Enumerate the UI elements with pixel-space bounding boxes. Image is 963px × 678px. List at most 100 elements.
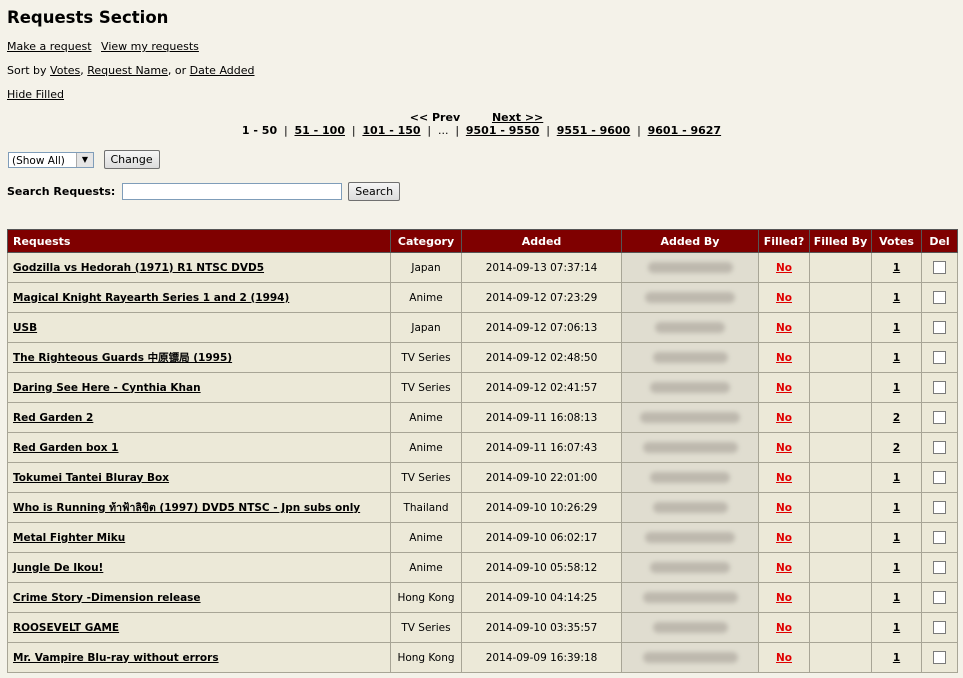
request-link[interactable]: The Righteous Guards 中原镖局 (1995) xyxy=(13,352,232,364)
delete-checkbox[interactable] xyxy=(933,321,946,334)
request-link[interactable]: Red Garden 2 xyxy=(13,412,93,424)
votes-link[interactable]: 1 xyxy=(893,322,900,334)
votes-link[interactable]: 1 xyxy=(893,382,900,394)
delete-checkbox[interactable] xyxy=(933,651,946,664)
delete-checkbox[interactable] xyxy=(933,411,946,424)
filled-status-link[interactable]: No xyxy=(776,382,792,394)
request-link[interactable]: Godzilla vs Hedorah (1971) R1 NTSC DVD5 xyxy=(13,262,264,274)
votes-link[interactable]: 1 xyxy=(893,352,900,364)
page-link[interactable]: 9601 - 9627 xyxy=(648,124,721,137)
filled-status-link[interactable]: No xyxy=(776,472,792,484)
page-link[interactable]: 101 - 150 xyxy=(362,124,420,137)
col-header-filled-by[interactable]: Filled By xyxy=(809,229,872,253)
search-input[interactable] xyxy=(121,183,342,200)
delete-checkbox[interactable] xyxy=(933,561,946,574)
filled-status-link[interactable]: No xyxy=(776,412,792,424)
category-cell: Hong Kong xyxy=(390,642,462,673)
delete-checkbox[interactable] xyxy=(933,441,946,454)
filled-cell: No xyxy=(758,582,810,613)
request-link[interactable]: Red Garden box 1 xyxy=(13,442,119,454)
delete-checkbox[interactable] xyxy=(933,471,946,484)
request-link[interactable]: ROOSEVELT GAME xyxy=(13,622,119,634)
votes-cell: 1 xyxy=(871,312,922,343)
filled-status-link[interactable]: No xyxy=(776,322,792,334)
table-row: Godzilla vs Hedorah (1971) R1 NTSC DVD5 J… xyxy=(7,252,958,283)
delete-checkbox[interactable] xyxy=(933,621,946,634)
votes-link[interactable]: 1 xyxy=(893,532,900,544)
sort-request-name-link[interactable]: Request Name xyxy=(87,64,168,77)
page-link[interactable]: 9551 - 9600 xyxy=(557,124,630,137)
filled-status-link[interactable]: No xyxy=(776,532,792,544)
category-cell: TV Series xyxy=(390,342,462,373)
request-link[interactable]: USB xyxy=(13,322,37,334)
added-date-cell: 2014-09-10 03:35:57 xyxy=(461,612,622,643)
filled-cell: No xyxy=(758,612,810,643)
delete-checkbox[interactable] xyxy=(933,591,946,604)
request-link[interactable]: Daring See Here - Cynthia Khan xyxy=(13,382,201,394)
votes-link[interactable]: 1 xyxy=(893,622,900,634)
filled-status-link[interactable]: No xyxy=(776,442,792,454)
filled-status-link[interactable]: No xyxy=(776,292,792,304)
delete-checkbox[interactable] xyxy=(933,381,946,394)
filled-by-cell xyxy=(809,342,872,373)
request-link[interactable]: Magical Knight Rayearth Series 1 and 2 (… xyxy=(13,292,289,304)
request-link[interactable]: Tokumei Tantei Bluray Box xyxy=(13,472,169,484)
filled-cell: No xyxy=(758,312,810,343)
search-button[interactable]: Search xyxy=(348,182,401,201)
change-button[interactable]: Change xyxy=(103,150,160,169)
filled-status-link[interactable]: No xyxy=(776,622,792,634)
delete-checkbox[interactable] xyxy=(933,351,946,364)
del-cell xyxy=(921,492,958,523)
page-link[interactable]: 9501 - 9550 xyxy=(466,124,539,137)
sort-date-added-link[interactable]: Date Added xyxy=(190,64,255,77)
filled-status-link[interactable]: No xyxy=(776,562,792,574)
prev-page-link[interactable]: << Prev xyxy=(410,111,460,124)
added-by-cell xyxy=(621,342,759,373)
col-header-votes[interactable]: Votes xyxy=(871,229,922,253)
next-page-link[interactable]: Next >> xyxy=(492,111,543,124)
page-link[interactable]: 51 - 100 xyxy=(295,124,346,137)
votes-link[interactable]: 1 xyxy=(893,292,900,304)
delete-checkbox[interactable] xyxy=(933,291,946,304)
col-header-added[interactable]: Added xyxy=(461,229,622,253)
category-cell: Anime xyxy=(390,402,462,433)
votes-link[interactable]: 1 xyxy=(893,562,900,574)
filled-status-link[interactable]: No xyxy=(776,652,792,664)
del-cell xyxy=(921,462,958,493)
make-request-link[interactable]: Make a request xyxy=(7,40,92,53)
hide-filled-link[interactable]: Hide Filled xyxy=(7,88,64,101)
votes-link[interactable]: 1 xyxy=(893,472,900,484)
view-my-requests-link[interactable]: View my requests xyxy=(101,40,199,53)
category-cell: Japan xyxy=(390,252,462,283)
request-link[interactable]: Who is Running ท้าฟ้าลิขิต (1997) DVD5 N… xyxy=(13,502,360,514)
delete-checkbox[interactable] xyxy=(933,261,946,274)
votes-link[interactable]: 1 xyxy=(893,262,900,274)
request-link[interactable]: Crime Story -Dimension release xyxy=(13,592,201,604)
filled-status-link[interactable]: No xyxy=(776,262,792,274)
page-separator: | xyxy=(351,124,356,137)
request-link[interactable]: Jungle De Ikou! xyxy=(13,562,103,574)
filled-cell: No xyxy=(758,282,810,313)
votes-link[interactable]: 1 xyxy=(893,592,900,604)
votes-link[interactable]: 2 xyxy=(893,442,900,454)
filled-status-link[interactable]: No xyxy=(776,502,792,514)
filled-status-link[interactable]: No xyxy=(776,352,792,364)
delete-checkbox[interactable] xyxy=(933,531,946,544)
votes-link[interactable]: 1 xyxy=(893,652,900,664)
votes-cell: 1 xyxy=(871,582,922,613)
col-header-category[interactable]: Category xyxy=(390,229,462,253)
request-link[interactable]: Metal Fighter Miku xyxy=(13,532,125,544)
col-header-added-by[interactable]: Added By xyxy=(621,229,759,253)
sort-votes-link[interactable]: Votes xyxy=(50,64,80,77)
col-header-filled[interactable]: Filled? xyxy=(758,229,810,253)
votes-cell: 1 xyxy=(871,342,922,373)
votes-link[interactable]: 2 xyxy=(893,412,900,424)
filled-status-link[interactable]: No xyxy=(776,592,792,604)
votes-link[interactable]: 1 xyxy=(893,502,900,514)
col-header-requests[interactable]: Requests xyxy=(7,229,391,253)
added-by-cell xyxy=(621,432,759,463)
delete-checkbox[interactable] xyxy=(933,501,946,514)
category-select[interactable]: (Show All) ▼ xyxy=(8,151,94,168)
request-link[interactable]: Mr. Vampire Blu-ray without errors xyxy=(13,652,219,664)
chevron-down-icon[interactable]: ▼ xyxy=(76,152,93,167)
